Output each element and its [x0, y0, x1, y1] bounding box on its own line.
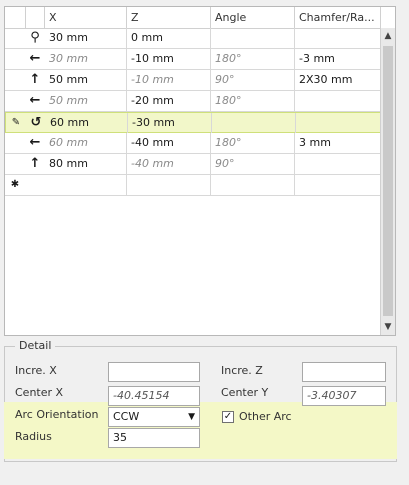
table-row[interactable]: ↑ 50 mm -10 mm 90° 2X30 mm	[5, 70, 381, 91]
row-header-corner	[5, 7, 26, 28]
location-pin-icon: ⚲	[30, 30, 40, 45]
other-arc-checkbox[interactable]: ✓	[222, 411, 234, 423]
incre-x-input[interactable]	[108, 362, 200, 382]
radius-label: Radius	[15, 430, 52, 443]
arc-orientation-label: Arc Orientation	[15, 408, 99, 421]
column-header-chamfer[interactable]: Chamfer/Ra...	[295, 7, 381, 28]
cell-chamfer[interactable]: 2X30 mm	[295, 70, 381, 90]
row-indicator[interactable]	[5, 133, 25, 153]
scrollbar-corner	[380, 7, 395, 28]
cell-angle[interactable]	[211, 28, 295, 48]
row-indicator[interactable]	[5, 28, 25, 48]
cell-x[interactable]: 50 mm	[45, 91, 127, 111]
cell-chamfer[interactable]	[295, 28, 381, 48]
cell-z[interactable]: -30 mm	[128, 113, 212, 133]
cell-angle[interactable]: 180°	[211, 133, 295, 153]
scrollbar-thumb[interactable]	[383, 46, 393, 316]
arc-orientation-select[interactable]: CCW ▼	[108, 407, 200, 427]
cell-z[interactable]: -10 mm	[127, 49, 211, 69]
cell-z[interactable]: -40 mm	[127, 133, 211, 153]
radius-input[interactable]: 35	[108, 428, 200, 448]
other-arc-label[interactable]: Other Arc	[239, 410, 292, 423]
table-row[interactable]: ← 50 mm -20 mm 180°	[5, 91, 381, 112]
cell-z[interactable]	[127, 175, 211, 195]
row-indicator[interactable]	[5, 154, 25, 174]
points-grid: X Z Angle Chamfer/Ra... ⚲ 30 mm 0 mm ← 30 mm…	[4, 6, 396, 336]
center-y-field: -3.40307	[302, 386, 386, 406]
column-header-angle[interactable]: Angle	[211, 7, 295, 28]
cell-x[interactable]: 50 mm	[45, 70, 127, 90]
scroll-down-icon[interactable]: ▼	[381, 319, 395, 335]
table-row[interactable]: ↑ 80 mm -40 mm 90°	[5, 154, 381, 175]
cell-z[interactable]: -10 mm	[127, 70, 211, 90]
cell-angle[interactable]: 90°	[211, 70, 295, 90]
cell-z[interactable]: -40 mm	[127, 154, 211, 174]
arc-orientation-value: CCW	[113, 410, 140, 423]
cell-chamfer[interactable]	[295, 175, 381, 195]
column-header-z[interactable]: Z	[127, 7, 211, 28]
table-row[interactable]: ⚲ 30 mm 0 mm	[5, 28, 381, 49]
cell-angle[interactable]	[211, 175, 295, 195]
table-row[interactable]: ← 30 mm -10 mm 180° -3 mm	[5, 49, 381, 70]
cell-chamfer[interactable]	[296, 113, 382, 133]
column-header-x[interactable]: X	[45, 7, 127, 28]
vertical-scrollbar[interactable]: ▲ ▼	[380, 28, 395, 335]
row-indicator[interactable]	[5, 49, 25, 69]
cell-z[interactable]: 0 mm	[127, 28, 211, 48]
cell-angle[interactable]: 180°	[211, 91, 295, 111]
row-indicator[interactable]	[5, 91, 25, 111]
arc-ccw-icon: ↺	[30, 115, 42, 130]
cell-chamfer[interactable]	[295, 154, 381, 174]
cell-chamfer[interactable]: -3 mm	[295, 49, 381, 69]
table-row[interactable]: ← 60 mm -40 mm 180° 3 mm	[5, 133, 381, 154]
table-row[interactable]: ✱	[5, 175, 381, 196]
arrow-left-icon: ←	[29, 93, 41, 108]
new-row-icon[interactable]: ✱	[5, 175, 25, 195]
incre-z-input[interactable]	[302, 362, 386, 382]
cell-angle[interactable]: 180°	[211, 49, 295, 69]
edit-row-icon[interactable]: ✎	[6, 113, 26, 133]
center-y-label: Center Y	[221, 386, 269, 399]
incre-x-label: Incre. X	[15, 364, 57, 377]
arrow-up-icon: ↑	[29, 72, 41, 87]
arrow-up-icon: ↑	[29, 156, 41, 171]
cell-angle[interactable]: 90°	[211, 154, 295, 174]
cell-x[interactable]: 60 mm	[45, 133, 127, 153]
incre-z-label: Incre. Z	[221, 364, 263, 377]
detail-title: Detail	[15, 339, 56, 352]
center-x-field: -40.45154	[108, 386, 200, 406]
cell-chamfer[interactable]: 3 mm	[295, 133, 381, 153]
cell-x[interactable]: 30 mm	[45, 28, 127, 48]
scroll-up-icon[interactable]: ▲	[381, 28, 395, 44]
arrow-left-icon: ←	[29, 51, 41, 66]
grid-header: X Z Angle Chamfer/Ra...	[5, 7, 381, 29]
icon-column-header	[26, 7, 45, 28]
table-row[interactable]: ✎ ↺ 60 mm -30 mm	[5, 112, 381, 133]
empty-icon-cell	[26, 175, 44, 195]
cell-angle[interactable]	[212, 113, 296, 133]
row-indicator[interactable]	[5, 70, 25, 90]
cell-x[interactable]: 60 mm	[46, 113, 128, 133]
cell-chamfer[interactable]	[295, 91, 381, 111]
cell-x[interactable]: 80 mm	[45, 154, 127, 174]
arrow-left-icon: ←	[29, 135, 41, 150]
cell-x[interactable]: 30 mm	[45, 49, 127, 69]
cell-x[interactable]	[45, 175, 127, 195]
cell-z[interactable]: -20 mm	[127, 91, 211, 111]
center-x-label: Center X	[15, 386, 64, 399]
chevron-down-icon[interactable]: ▼	[188, 408, 195, 426]
